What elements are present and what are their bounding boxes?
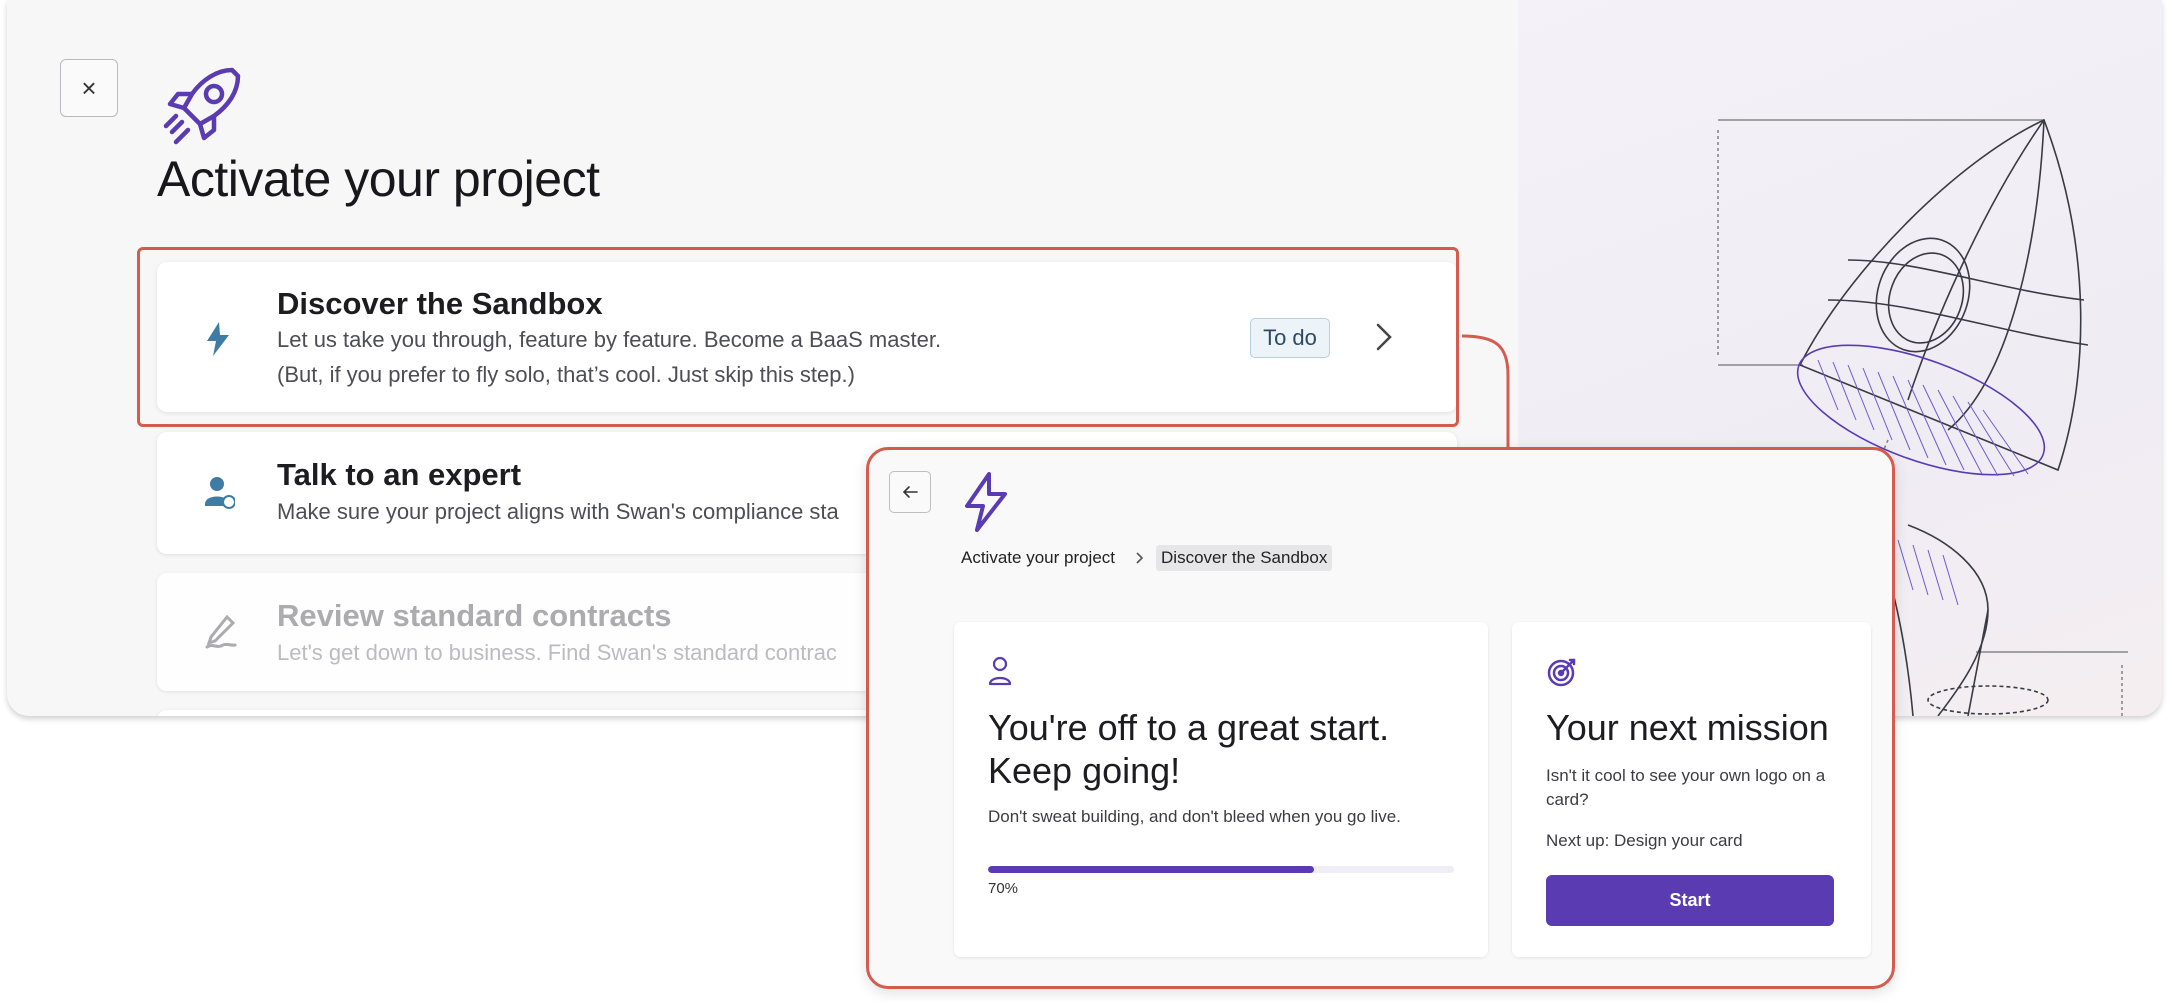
target-icon bbox=[1546, 656, 1578, 693]
progress-bar-fill bbox=[988, 866, 1315, 873]
rocket-icon bbox=[162, 62, 247, 152]
page-title: Activate your project bbox=[157, 151, 600, 207]
mission-heading: Your next mission bbox=[1546, 707, 1829, 748]
breadcrumb: Activate your project Discover the Sandb… bbox=[961, 545, 1333, 571]
back-button[interactable] bbox=[889, 471, 931, 513]
highlight-frame bbox=[137, 247, 1459, 427]
close-button[interactable]: × bbox=[60, 59, 118, 117]
sandbox-popup: Activate your project Discover the Sandb… bbox=[866, 447, 1895, 989]
progress-heading: Keep going! bbox=[988, 750, 1181, 791]
mission-card: Your next mission Isn't it cool to see y… bbox=[1512, 622, 1871, 957]
chevron-right-icon bbox=[1135, 551, 1144, 565]
mission-text: card? bbox=[1546, 790, 1589, 809]
user-icon bbox=[988, 656, 1012, 691]
start-button[interactable]: Start bbox=[1546, 875, 1834, 926]
next-up-label: Next up: Design your card bbox=[1546, 831, 1743, 850]
progress-bar bbox=[988, 866, 1454, 873]
progress-text: Don't sweat building, and don't bleed wh… bbox=[988, 807, 1401, 826]
progress-card: You're off to a great start. Keep going!… bbox=[954, 622, 1488, 957]
arrow-left-icon bbox=[902, 486, 918, 498]
progress-heading: You're off to a great start. bbox=[988, 707, 1390, 748]
step-description: Make sure your project aligns with Swan'… bbox=[277, 499, 839, 524]
mission-text: Isn't it cool to see your own logo on a bbox=[1546, 766, 1826, 785]
step-description: Let's get down to business. Find Swan's … bbox=[277, 640, 837, 665]
close-icon: × bbox=[81, 72, 97, 103]
signature-icon bbox=[205, 614, 237, 654]
breadcrumb-item-current: Discover the Sandbox bbox=[1156, 545, 1333, 571]
progress-label: 70% bbox=[988, 880, 1019, 897]
step-title: Talk to an expert bbox=[277, 457, 522, 492]
bolt-icon bbox=[961, 472, 1011, 537]
breadcrumb-item-activate-project[interactable]: Activate your project bbox=[961, 548, 1115, 568]
person-chat-icon bbox=[205, 476, 236, 517]
step-title: Review standard contracts bbox=[277, 598, 672, 633]
